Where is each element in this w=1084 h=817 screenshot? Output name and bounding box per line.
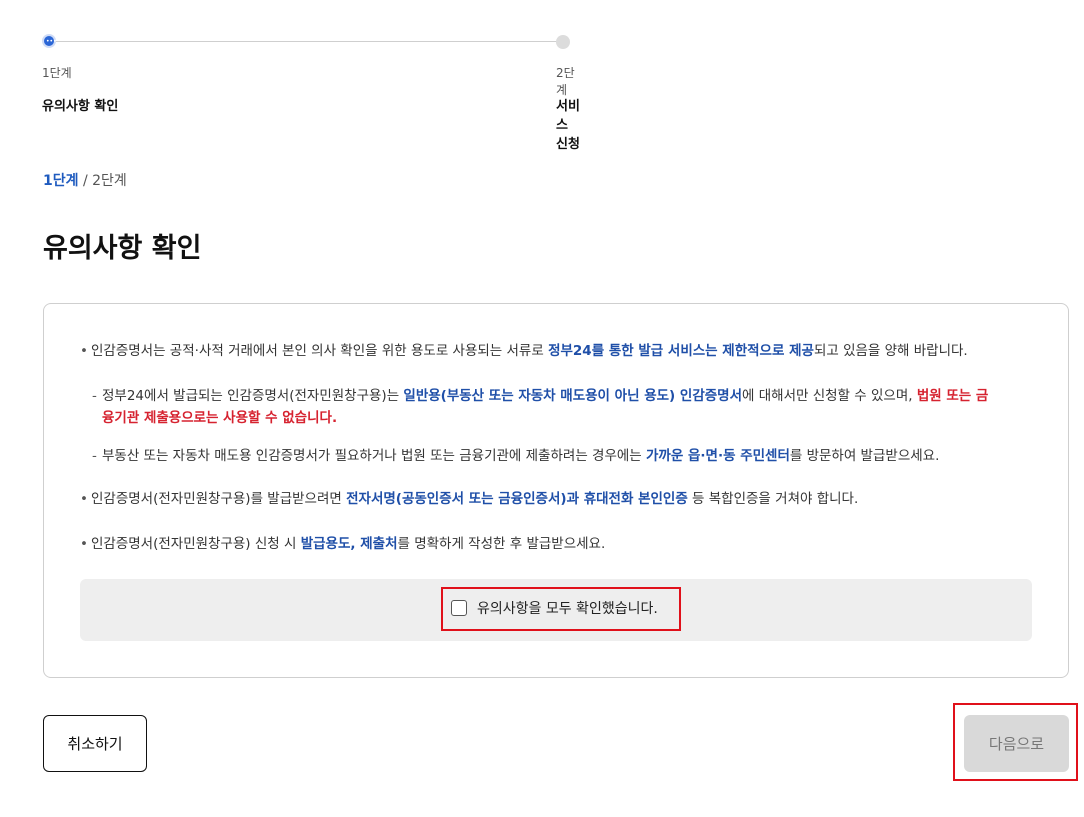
cancel-button[interactable]: 취소하기 (43, 715, 147, 772)
dash-icon: - (92, 448, 97, 464)
step-2-title: 서비스 신청 (556, 99, 580, 152)
dash-icon: - (92, 388, 97, 404)
notice-item-2: • 인감증명서(전자민원창구용)를 발급받으려면 전자서명(공동인증서 또는 금… (80, 488, 1041, 510)
notice-1-highlight: 정부24를 통한 발급 서비스는 제한적으로 제공 (548, 343, 814, 359)
breadcrumb: 1단계 / 2단계 (43, 170, 127, 190)
notice-sub-item-1: - 정부24에서 발급되는 인감증명서(전자민원창구용)는 일반용(부동산 또는… (92, 385, 1042, 429)
stepper: ••• 1단계 유의사항 확인 2단계 서비스 신청 (42, 34, 582, 152)
sub-2-highlight: 가까운 읍·면·동 주민센터 (646, 448, 790, 464)
sub-2-text-end: 를 방문하여 발급받으세요. (789, 448, 940, 464)
notice-3-text: 인감증명서(전자민원창구용) 신청 시 (91, 536, 301, 552)
notice-2-text: 인감증명서(전자민원창구용)를 발급받으려면 (91, 491, 347, 507)
next-button[interactable]: 다음으로 (964, 715, 1069, 772)
notice-item-3: • 인감증명서(전자민원창구용) 신청 시 발급용도, 제출처를 명확하게 작성… (80, 533, 1041, 555)
stepper-line (52, 41, 564, 42)
notice-1-text-end: 되고 있음을 양해 바랍니다. (813, 343, 968, 359)
breadcrumb-separator: / (82, 173, 88, 189)
notice-3-highlight: 발급용도, 제출처 (300, 536, 398, 552)
step-2-inactive-dot (556, 35, 570, 49)
step-1-title: 유의사항 확인 (42, 99, 119, 114)
notice-2-highlight: 전자서명(공동인증서 또는 금융인증서)과 휴대전화 본인인증 (346, 491, 688, 507)
notice-3-text-end: 를 명확하게 작성한 후 발급받으세요. (397, 536, 606, 552)
sub-1-warning-cont: 융기관 제출용으로는 사용할 수 없습니다. (102, 410, 338, 426)
notice-1-text: 인감증명서는 공적·사적 거래에서 본인 의사 확인을 위한 용도로 사용되는 … (91, 343, 549, 359)
confirm-label[interactable]: 유의사항을 모두 확인했습니다. (477, 598, 658, 618)
breadcrumb-current: 1단계 (43, 173, 79, 189)
notice-sub-item-2: - 부동산 또는 자동차 매도용 인감증명서가 필요하거나 법원 또는 금융기관… (92, 445, 1042, 467)
page-title: 유의사항 확인 (43, 233, 202, 264)
sub-1-highlight: 일반용(부동산 또는 자동차 매도용이 아닌 용도) 인감증명서 (403, 388, 743, 404)
step-2-number: 2단계 (556, 66, 575, 97)
bullet-icon: • (80, 536, 88, 552)
step-1-number: 1단계 (42, 66, 72, 80)
notice-2-text-end: 등 복합인증을 거쳐야 합니다. (687, 491, 859, 507)
sub-1-text: 정부24에서 발급되는 인감증명서(전자민원창구용)는 (102, 388, 404, 404)
sub-1-text-mid: 에 대해서만 신청할 수 있으며, (742, 388, 917, 404)
step-1-active-dot: ••• (42, 34, 57, 48)
confirm-checkbox[interactable] (451, 600, 467, 616)
notice-box: • 인감증명서는 공적·사적 거래에서 본인 의사 확인을 위한 용도로 사용되… (43, 303, 1069, 678)
breadcrumb-next: 2단계 (92, 173, 127, 189)
bullet-icon: • (80, 491, 88, 507)
notice-item-1: • 인감증명서는 공적·사적 거래에서 본인 의사 확인을 위한 용도로 사용되… (80, 340, 1041, 362)
sub-1-warning: 법원 또는 금 (916, 388, 989, 404)
bullet-icon: • (80, 343, 88, 359)
sub-2-text: 부동산 또는 자동차 매도용 인감증명서가 필요하거나 법원 또는 금융기관에 … (102, 448, 647, 464)
ellipsis-dots-icon: ••• (46, 38, 57, 45)
